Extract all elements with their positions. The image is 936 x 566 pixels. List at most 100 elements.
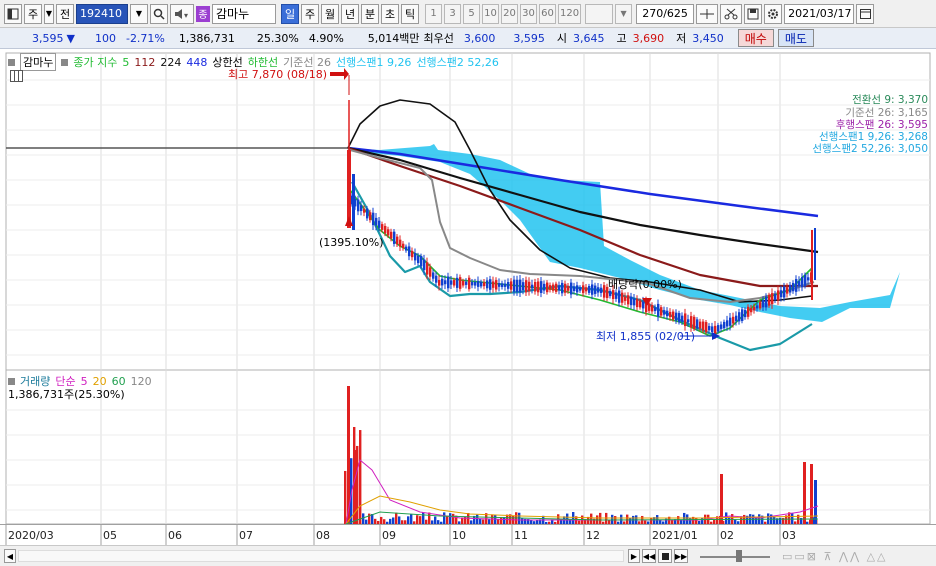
- volume-bar: [500, 517, 503, 524]
- x-tick-label: 02: [720, 529, 734, 542]
- candle-body: [555, 283, 558, 292]
- scissor-icon[interactable]: [720, 3, 743, 24]
- candle-body: [738, 312, 741, 322]
- search-icon[interactable]: [150, 3, 168, 24]
- buy-button[interactable]: 매수: [737, 29, 774, 47]
- x-tick-label: 11: [514, 529, 528, 542]
- count-field[interactable]: 270/625: [636, 3, 695, 24]
- period-second-tab[interactable]: 초: [381, 3, 399, 24]
- period-month-tab[interactable]: 월: [321, 3, 339, 24]
- period-week-tab[interactable]: 주: [301, 3, 319, 24]
- interval-10-button[interactable]: 10: [482, 3, 499, 24]
- candle-body: [573, 286, 576, 292]
- x-tick-label: 03: [782, 529, 796, 542]
- drawing-tools-icon[interactable]: ▭▭⊠ ⊼ ⋀⋀ △△: [782, 550, 930, 563]
- period-minute-tab[interactable]: 분: [361, 3, 379, 24]
- legend-ma-label[interactable]: 종가 지수: [73, 54, 117, 70]
- candle-body: [576, 285, 579, 293]
- interval-input[interactable]: [585, 3, 614, 24]
- stop-button[interactable]: [658, 549, 672, 563]
- candle-body: [588, 285, 591, 293]
- scroll-left-button[interactable]: ◀: [4, 549, 16, 563]
- sell-button[interactable]: 매도: [777, 29, 814, 47]
- candle-body: [456, 277, 459, 288]
- volume-bar: [356, 445, 359, 524]
- candle-body: [528, 281, 531, 292]
- interval-60-button[interactable]: 60: [539, 3, 556, 24]
- legend-ma112[interactable]: 112: [134, 56, 155, 69]
- code-dropdown-icon[interactable]: ▼: [130, 3, 148, 24]
- candle-body: [801, 277, 804, 288]
- candle-body: [450, 280, 453, 285]
- legend-stock-name[interactable]: 감마누: [20, 53, 57, 71]
- volume-bar: [791, 512, 794, 524]
- candle-body: [384, 225, 387, 234]
- forward-button[interactable]: ▶▶: [674, 549, 688, 563]
- candle-body: [453, 279, 456, 286]
- chevron-down-icon[interactable]: ▼: [44, 3, 54, 24]
- volume-bar: [395, 512, 398, 524]
- candle-body: [564, 283, 567, 293]
- scroll-right-button[interactable]: ▶: [628, 549, 640, 563]
- scroll-track[interactable]: [18, 550, 624, 562]
- candle-body: [510, 281, 513, 290]
- chart-canvas[interactable]: [0, 50, 936, 524]
- volume-bar: [443, 512, 446, 524]
- period-day-tab[interactable]: 일: [281, 3, 299, 24]
- table-icon[interactable]: [10, 70, 23, 82]
- bottom-scroll-area: ◀ ▶ ◀◀ ▶▶ ▭▭⊠ ⊼ ⋀⋀ △△: [0, 545, 936, 566]
- candle-body: [567, 286, 570, 291]
- rewind-button[interactable]: ◀◀: [642, 549, 656, 563]
- interval-5-button[interactable]: 5: [463, 3, 480, 24]
- legend-span2[interactable]: 선행스팬2 52,26: [416, 54, 498, 70]
- gear-icon[interactable]: [764, 3, 783, 24]
- interval-1-button[interactable]: 1: [425, 3, 442, 24]
- legend-span1[interactable]: 선행스팬1 9,26: [336, 54, 411, 70]
- legend-ma224[interactable]: 224: [160, 56, 181, 69]
- save-icon[interactable]: [744, 3, 763, 24]
- candle-body: [711, 326, 714, 332]
- calendar-icon[interactable]: [856, 3, 875, 24]
- candle-body: [696, 319, 699, 329]
- period-year-tab[interactable]: 년: [341, 3, 359, 24]
- candle-body: [600, 287, 603, 293]
- interval-120-button[interactable]: 120: [558, 3, 582, 24]
- legend-ma5[interactable]: 5: [122, 56, 129, 69]
- best-ask-label: 최우선: [423, 32, 454, 45]
- candle-body: [786, 287, 789, 294]
- crosshair-icon[interactable]: [696, 3, 719, 24]
- candle-body: [687, 319, 690, 323]
- low-value: 3,450: [692, 31, 724, 45]
- interval-3-button[interactable]: 3: [444, 3, 461, 24]
- stock-name-field[interactable]: 감마누: [212, 3, 276, 24]
- candle-body: [789, 285, 792, 293]
- period-tick-tab[interactable]: 틱: [401, 3, 419, 24]
- ju-button[interactable]: 주: [24, 3, 42, 24]
- chart-area[interactable]: 감마누 종가 지수 5 112 224 448 상한선 하한선 기준선 26 선…: [0, 50, 936, 524]
- legend-square-icon: [8, 58, 15, 66]
- date-field[interactable]: 2021/03/17: [784, 3, 855, 24]
- candle-body: [654, 307, 657, 312]
- stock-code-input[interactable]: 192410: [76, 3, 128, 24]
- speaker-icon[interactable]: ▾: [170, 3, 194, 24]
- volume-bar: [773, 516, 776, 524]
- candle-body: [480, 281, 483, 287]
- window-icon[interactable]: [4, 3, 22, 24]
- high-value: 3,690: [632, 31, 665, 45]
- candle-body: [357, 199, 360, 212]
- candle-body: [396, 236, 399, 245]
- zoom-slider[interactable]: [700, 556, 770, 558]
- span2-value: 선행스팬2 52,26: 3,050: [812, 143, 928, 155]
- volume-bar: [359, 430, 362, 524]
- candle-body: [531, 284, 534, 289]
- jeon-button[interactable]: 전: [56, 3, 74, 24]
- interval-30-button[interactable]: 30: [520, 3, 537, 24]
- candle-body: [627, 295, 630, 305]
- interval-dropdown-icon[interactable]: ▼: [615, 3, 633, 24]
- zoom-slider-thumb[interactable]: [736, 550, 742, 562]
- volume-spike: [814, 480, 817, 524]
- arrow-down-icon: ▼: [66, 31, 75, 45]
- volume-ma120[interactable]: 120: [131, 375, 152, 388]
- legend-ma448[interactable]: 448: [186, 56, 207, 69]
- interval-20-button[interactable]: 20: [501, 3, 518, 24]
